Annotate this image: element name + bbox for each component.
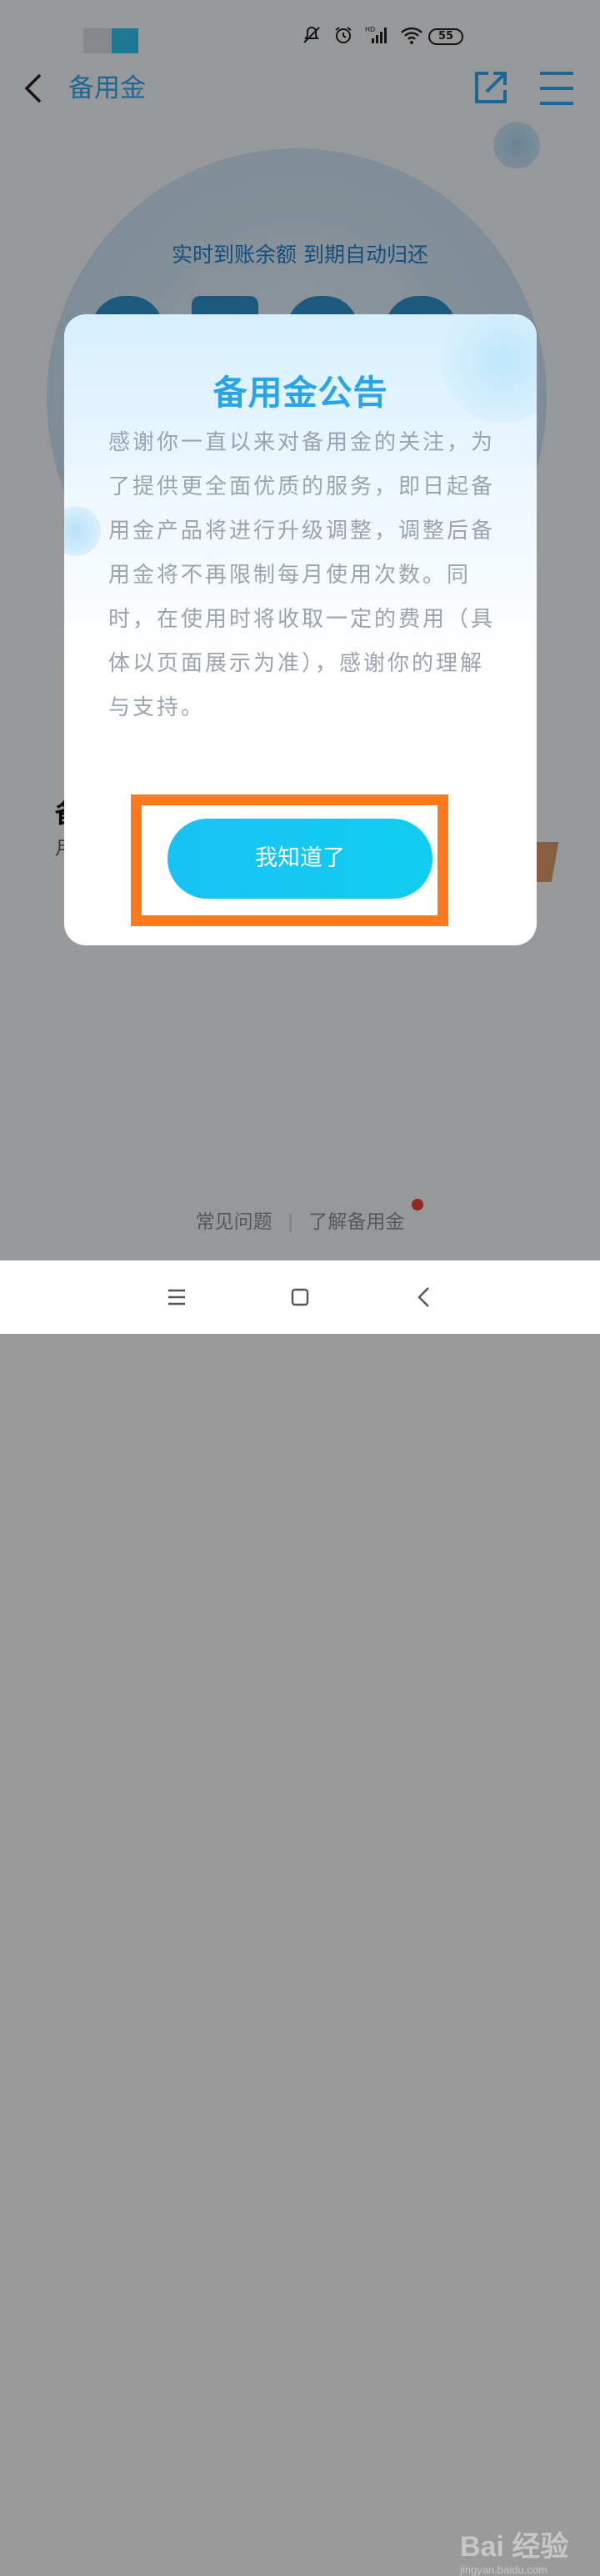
system-nav-bar: Bai 经验 jingyan.baidu.com bbox=[0, 1260, 600, 2576]
system-back-button[interactable] bbox=[412, 1284, 438, 1311]
square-icon bbox=[291, 1288, 309, 1306]
decorative-bubble bbox=[64, 506, 101, 556]
chevron-left-icon bbox=[418, 1287, 429, 1307]
dialog-title: 备用金公告 bbox=[212, 373, 388, 413]
recent-apps-button[interactable] bbox=[163, 1284, 190, 1311]
watermark-url: jingyan.baidu.com bbox=[460, 2563, 548, 2576]
watermark-logo: Bai 经验 bbox=[460, 2531, 569, 2563]
menu-icon bbox=[168, 1289, 185, 1306]
home-button[interactable] bbox=[287, 1284, 313, 1311]
acknowledge-button[interactable]: 我知道了 bbox=[168, 819, 432, 899]
dialog-body: 感谢你一直以来对备用金的关注，为了提供更全面优质的服务，即日起备用金产品将进行升… bbox=[108, 430, 496, 720]
